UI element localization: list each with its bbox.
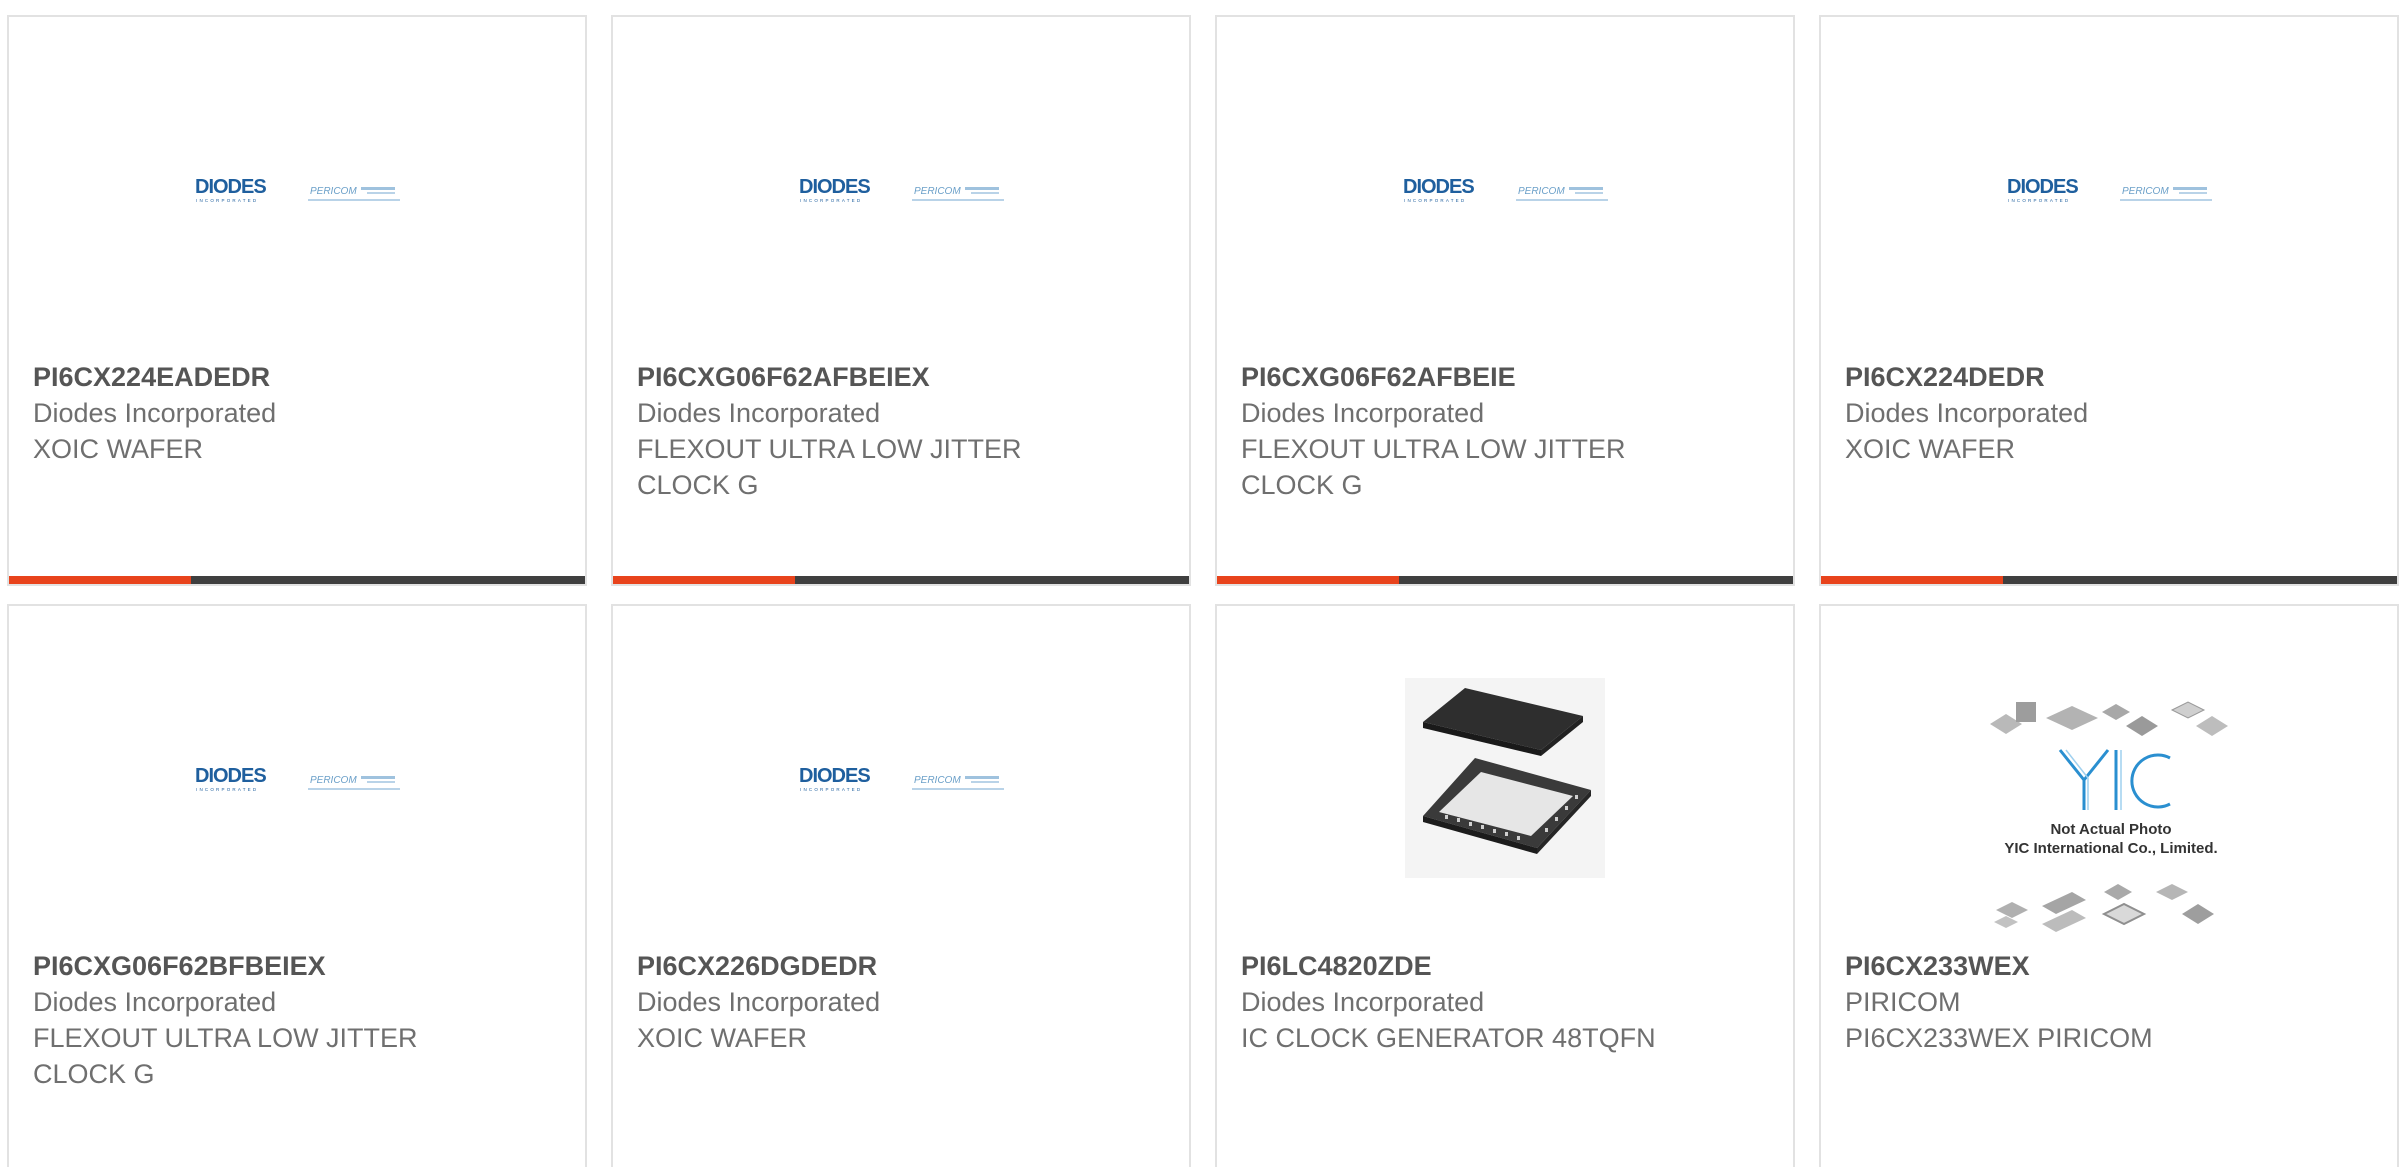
diodes-pericom-logo: DIODES INCORPORATED PERICOM — [1403, 176, 1608, 203]
manufacturer: Diodes Incorporated — [637, 398, 881, 428]
part-number[interactable]: PI6CX224EADEDR — [33, 359, 561, 395]
part-number[interactable]: PI6LC4820ZDE — [1241, 948, 1769, 984]
manufacturer: Diodes Incorporated — [1845, 398, 2089, 428]
product-image[interactable]: DIODES INCORPORATED PERICOM — [1821, 17, 2397, 357]
product-image[interactable]: DIODES INCORPORATED PERICOM — [9, 606, 585, 946]
product-card[interactable]: DIODES INCORPORATED PERICOM PI6CX224DEDR… — [1819, 15, 2399, 586]
diodes-pericom-logo: DIODES INCORPORATED PERICOM — [195, 176, 400, 203]
diodes-logo-text: DIODES — [799, 176, 870, 198]
product-image[interactable] — [1217, 606, 1793, 946]
yic-company-text: YIC International Co., Limited. — [2004, 840, 2217, 857]
product-image[interactable]: DIODES INCORPORATED PERICOM — [9, 17, 585, 357]
product-card[interactable]: DIODES INCORPORATED PERICOM PI6CX226DGDE… — [611, 604, 1191, 1167]
manufacturer: Diodes Incorporated — [1241, 398, 1485, 428]
diodes-pericom-logo: DIODES INCORPORATED PERICOM — [195, 765, 400, 792]
card-accent — [1821, 576, 2003, 584]
description: PI6CX233WEX PIRICOM — [1845, 1023, 2153, 1053]
diodes-pericom-logo: DIODES INCORPORATED PERICOM — [799, 765, 1004, 792]
qfn-chip-icon — [1405, 678, 1605, 878]
card-accent — [1217, 576, 1399, 584]
description: FLEXOUT ULTRA LOW JITTER CLOCK G — [1241, 434, 1626, 500]
pericom-logo-text: PERICOM — [310, 186, 357, 197]
pericom-logo-text: PERICOM — [310, 775, 357, 786]
product-card[interactable]: DIODES INCORPORATED PERICOM PI6CXG06F62A… — [611, 15, 1191, 586]
manufacturer: Diodes Incorporated — [33, 987, 277, 1017]
part-number[interactable]: PI6CXG06F62BFBEIEX — [33, 948, 561, 984]
manufacturer: Diodes Incorporated — [1241, 987, 1485, 1017]
diodes-pericom-logo: DIODES INCORPORATED PERICOM — [799, 176, 1004, 203]
pericom-logo-text: PERICOM — [914, 775, 961, 786]
part-number[interactable]: PI6CXG06F62AFBEIEX — [637, 359, 1165, 395]
part-number[interactable]: PI6CX224DEDR — [1845, 359, 2373, 395]
pericom-logo-text: PERICOM — [914, 186, 961, 197]
card-accent — [613, 576, 795, 584]
part-number[interactable]: PI6CX226DGDEDR — [637, 948, 1165, 984]
product-image[interactable]: DIODES INCORPORATED PERICOM — [1217, 17, 1793, 357]
diodes-logo-subtext: INCORPORATED — [196, 787, 258, 792]
product-image[interactable]: DIODES INCORPORATED PERICOM — [613, 17, 1189, 357]
product-card[interactable]: PI6LC4820ZDE Diodes Incorporated IC CLOC… — [1215, 604, 1795, 1167]
description: IC CLOCK GENERATOR 48TQFN — [1241, 1023, 1656, 1053]
pericom-logo-text: PERICOM — [2122, 186, 2169, 197]
product-card[interactable]: DIODES INCORPORATED PERICOM PI6CXG06F62A… — [1215, 15, 1795, 586]
manufacturer: PIRICOM — [1845, 987, 1961, 1017]
part-number[interactable]: PI6CX233WEX — [1845, 948, 2373, 984]
diodes-logo-text: DIODES — [799, 765, 870, 787]
card-bottom-bar — [9, 576, 585, 584]
product-image[interactable]: DIODES INCORPORATED PERICOM — [613, 606, 1189, 946]
card-accent — [9, 576, 191, 584]
description: XOIC WAFER — [33, 434, 204, 464]
pericom-logo-text: PERICOM — [1518, 186, 1565, 197]
diodes-logo-text: DIODES — [2007, 176, 2078, 198]
description: XOIC WAFER — [1845, 434, 2016, 464]
not-actual-photo-placeholder-icon: Not Actual Photo YIC International Co., … — [1990, 701, 2228, 932]
description: FLEXOUT ULTRA LOW JITTER CLOCK G — [637, 434, 1022, 500]
diodes-logo-subtext: INCORPORATED — [800, 198, 862, 203]
card-bottom-bar — [1821, 576, 2397, 584]
card-bottom-bar — [1217, 576, 1793, 584]
product-card[interactable]: Not Actual Photo YIC International Co., … — [1819, 604, 2399, 1167]
diodes-logo-text: DIODES — [1403, 176, 1474, 198]
manufacturer: Diodes Incorporated — [637, 987, 881, 1017]
part-number[interactable]: PI6CXG06F62AFBEIE — [1241, 359, 1769, 395]
description: FLEXOUT ULTRA LOW JITTER CLOCK G — [33, 1023, 418, 1089]
diodes-logo-subtext: INCORPORATED — [2008, 198, 2070, 203]
product-image[interactable]: Not Actual Photo YIC International Co., … — [1821, 606, 2397, 946]
diodes-logo-subtext: INCORPORATED — [196, 198, 258, 203]
diodes-logo-subtext: INCORPORATED — [1404, 198, 1466, 203]
not-actual-photo-text: Not Actual Photo — [2050, 821, 2171, 838]
product-card[interactable]: DIODES INCORPORATED PERICOM PI6CXG06F62B… — [7, 604, 587, 1167]
diodes-logo-subtext: INCORPORATED — [800, 787, 862, 792]
manufacturer: Diodes Incorporated — [33, 398, 277, 428]
diodes-pericom-logo: DIODES INCORPORATED PERICOM — [2007, 176, 2212, 203]
description: XOIC WAFER — [637, 1023, 808, 1053]
card-bottom-bar — [613, 576, 1189, 584]
product-grid: DIODES INCORPORATED PERICOM PI6CX224EADE… — [0, 0, 2400, 1167]
diodes-logo-text: DIODES — [195, 176, 266, 198]
diodes-logo-text: DIODES — [195, 765, 266, 787]
product-card[interactable]: DIODES INCORPORATED PERICOM PI6CX224EADE… — [7, 15, 587, 586]
